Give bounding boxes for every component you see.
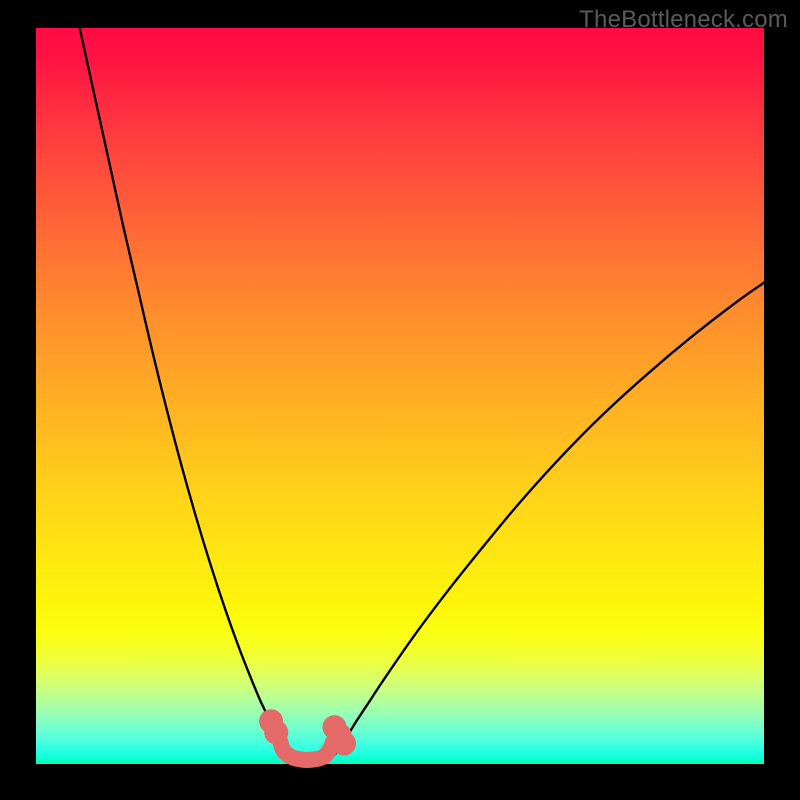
marker-group [259, 709, 356, 755]
bottom-u-stroke [280, 740, 333, 760]
curve-group [80, 28, 764, 761]
data-marker [332, 731, 356, 755]
data-marker [264, 720, 288, 744]
curve-right-branch [343, 283, 764, 742]
plot-area [36, 28, 764, 764]
curve-left-branch [80, 28, 282, 740]
chart-svg [36, 28, 764, 764]
figure-frame: TheBottleneck.com [0, 0, 800, 800]
u-marker-group [280, 740, 333, 760]
